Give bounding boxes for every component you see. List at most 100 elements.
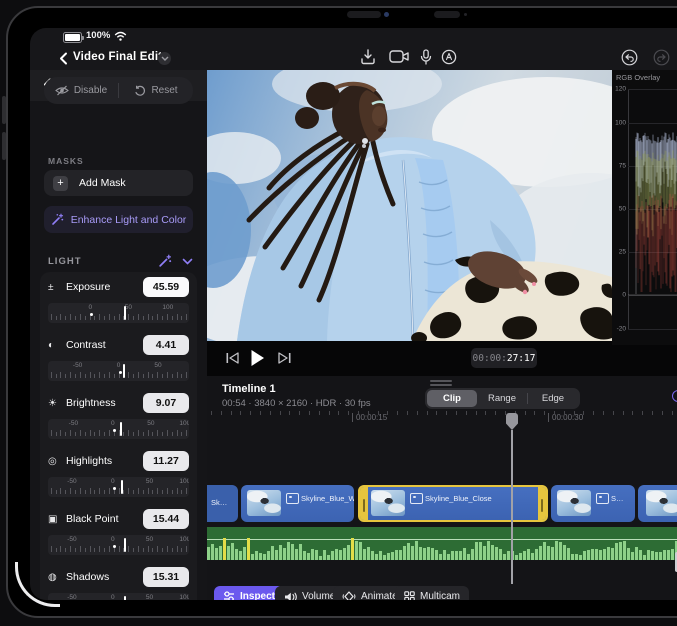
waveform-bar — [623, 541, 626, 560]
tick — [186, 314, 187, 320]
scope-gap — [612, 345, 677, 376]
waveform-bar — [555, 541, 558, 560]
timeline-meta: 00:54 · 3840 × 2160 · HDR · 30 fps — [222, 398, 371, 409]
clip-skyline-blue-wide[interactable]: Skyline_Blue_Wide — [241, 485, 354, 522]
waveform-bar — [439, 554, 442, 560]
slider-ruler[interactable]: 050100 — [48, 303, 189, 323]
trim-handle-left[interactable] — [360, 487, 368, 520]
waveform-bar — [635, 547, 638, 560]
tick — [172, 490, 173, 494]
tick — [70, 314, 71, 320]
slider-thumb[interactable] — [120, 422, 122, 436]
timeline-drag-handle-2[interactable] — [430, 384, 452, 386]
clip-partial-right[interactable] — [638, 485, 677, 522]
tick — [177, 546, 178, 552]
tick — [56, 490, 57, 494]
redo-icon[interactable] — [653, 49, 670, 66]
inspect-button[interactable]: Inspect — [214, 586, 284, 600]
volume-line[interactable] — [207, 539, 677, 540]
collapse-chevron-icon[interactable] — [182, 258, 193, 265]
enhance-label: Enhance Light and Color — [71, 214, 187, 226]
tick — [90, 430, 91, 436]
waveform-bar — [247, 538, 250, 560]
slider-ruler[interactable]: -50050100 — [48, 477, 189, 497]
slider-value[interactable]: 9.07 — [143, 393, 189, 413]
microphone-icon[interactable] — [420, 49, 432, 65]
waveform-bar — [543, 542, 546, 560]
slider-ruler[interactable]: -50050 — [48, 361, 189, 381]
tick — [65, 374, 66, 378]
tick — [60, 488, 61, 494]
battery-icon — [63, 32, 82, 43]
clip-skyline-blue-close-selected[interactable]: Skyline_Blue_Close — [358, 485, 548, 522]
tick — [148, 546, 149, 552]
timeline-drag-handle[interactable] — [430, 380, 452, 382]
slider-value[interactable]: 4.41 — [143, 335, 189, 355]
slider-thumb[interactable] — [124, 306, 126, 320]
slider-thumb[interactable] — [121, 480, 123, 494]
tick — [162, 432, 163, 436]
slider-value[interactable]: 45.59 — [143, 277, 189, 297]
waveform-bar — [407, 543, 410, 560]
waveform-bar — [607, 547, 610, 560]
slider-thumb[interactable] — [124, 596, 126, 600]
tick — [148, 488, 149, 494]
light-section-header[interactable]: LIGHT — [48, 254, 193, 268]
mode-edge[interactable]: Edge — [528, 390, 578, 407]
next-frame-icon[interactable] — [278, 352, 291, 364]
tick — [167, 314, 168, 320]
add-mask-button[interactable]: + Add Mask — [44, 170, 193, 196]
clip-label: S… — [611, 494, 624, 503]
tick — [94, 432, 95, 436]
waveform-bar — [595, 549, 598, 560]
title-menu-chip[interactable] — [158, 52, 171, 65]
back-icon[interactable] — [59, 52, 68, 65]
tick — [114, 548, 115, 552]
record-video-icon[interactable] — [389, 49, 410, 64]
ruler-tick — [289, 411, 290, 415]
project-title[interactable]: Video Final Edit — [73, 51, 162, 63]
mode-range[interactable]: Range — [477, 390, 527, 407]
ruler-tick — [593, 411, 594, 415]
enhance-button[interactable]: Enhance Light and Color — [44, 206, 193, 233]
slider-ruler[interactable]: -50050100 — [48, 535, 189, 555]
trim-handle-right[interactable] — [538, 487, 546, 520]
tick — [90, 372, 91, 378]
audio-track[interactable] — [207, 527, 677, 560]
reset-button[interactable]: Reset — [119, 77, 193, 104]
waveform-bar — [671, 549, 674, 560]
tick — [109, 488, 110, 494]
tick — [75, 432, 76, 436]
timecode-display[interactable]: 00:00:27:17 — [471, 348, 537, 368]
pencil-tools-icon[interactable] — [441, 49, 457, 65]
multicam-button[interactable]: Multicam — [395, 586, 469, 600]
slider-value[interactable]: 15.44 — [143, 509, 189, 529]
disable-button[interactable]: Disable — [44, 77, 118, 104]
slider-ruler[interactable]: -50050100 — [48, 419, 189, 439]
import-media-icon[interactable] — [360, 49, 376, 65]
ruler-tick-label: 0 — [111, 594, 115, 600]
cutoff-control-icon[interactable] — [672, 390, 677, 402]
ruler-tick — [299, 411, 300, 415]
slider-value[interactable]: 11.27 — [143, 451, 189, 471]
waveform-bar — [663, 550, 666, 560]
video-viewer[interactable] — [207, 70, 612, 341]
slider-ruler[interactable]: -50050100 — [48, 593, 189, 600]
waveform-bar — [655, 552, 658, 560]
waveform-bar — [427, 547, 430, 560]
clip-s[interactable]: S… — [551, 485, 635, 522]
play-icon[interactable] — [250, 349, 265, 367]
mode-clip[interactable]: Clip — [427, 390, 477, 407]
ruler-tick-label: 0 — [117, 362, 121, 369]
waveform-bar — [287, 542, 290, 560]
slider-thumb[interactable] — [124, 538, 126, 552]
clip-partial-left[interactable]: Sk… — [207, 485, 238, 522]
tick — [75, 548, 76, 552]
previous-frame-icon[interactable] — [226, 352, 239, 364]
slider-thumb[interactable] — [123, 364, 125, 378]
undo-icon[interactable] — [621, 49, 638, 66]
slider-value[interactable]: 15.31 — [143, 567, 189, 587]
timeline-ruler[interactable]: 00:00:15 00:00:30 — [207, 411, 677, 428]
tick — [65, 432, 66, 436]
tick — [186, 430, 187, 436]
